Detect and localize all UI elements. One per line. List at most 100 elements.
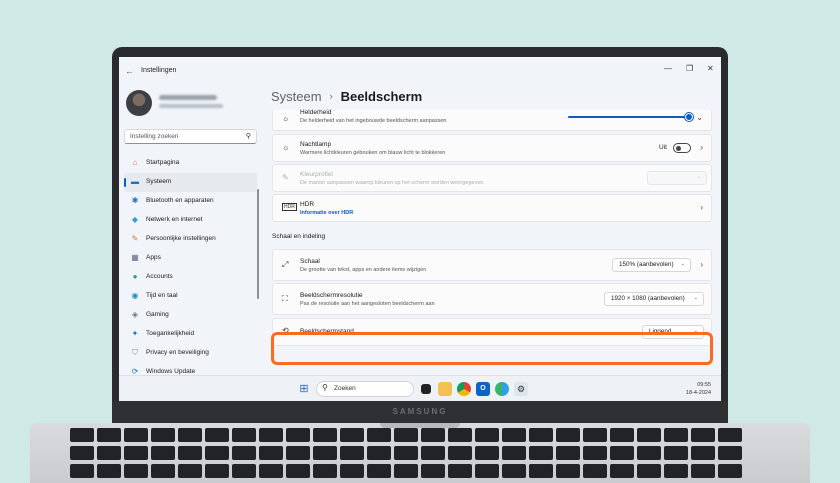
sidebar-scrollbar[interactable] bbox=[257, 189, 259, 299]
keyboard-key bbox=[502, 464, 526, 478]
keyboard-key bbox=[637, 428, 661, 442]
keyboard-key bbox=[205, 464, 229, 478]
wifi-icon: ◆ bbox=[131, 215, 139, 224]
chevron-down-icon: ⌄ bbox=[693, 295, 698, 301]
keyboard-key bbox=[394, 428, 418, 442]
keyboard-key bbox=[529, 464, 553, 478]
clock-date: 18-4-2024 bbox=[685, 390, 711, 396]
resolution-dropdown[interactable]: 1920 × 1080 (aanbevolen) ⌄ bbox=[604, 292, 704, 306]
sidebar-item[interactable]: ◈ Gaming bbox=[124, 306, 257, 325]
system-icon: ▬ bbox=[131, 177, 139, 186]
nightlight-toggle-label: Uit bbox=[659, 144, 667, 151]
keyboard-key bbox=[124, 464, 148, 478]
sidebar: Instelling zoeken ⚲ ⌂ Startpagina ▬ Systeem… bbox=[119, 85, 264, 376]
sidebar-item-label: Windows Update bbox=[146, 368, 196, 375]
task-view-icon[interactable] bbox=[421, 384, 431, 394]
keyboard-key bbox=[313, 446, 337, 460]
hdr-icon: HDR bbox=[282, 203, 297, 211]
keyboard-key bbox=[448, 428, 472, 442]
sidebar-item[interactable]: ▦ Apps bbox=[124, 249, 257, 268]
keyboard-key bbox=[124, 446, 148, 460]
sidebar-item[interactable]: ✱ Bluetooth en apparaten bbox=[124, 192, 257, 211]
edge-icon[interactable] bbox=[495, 382, 509, 396]
chevron-up-icon[interactable]: ⌄ bbox=[696, 113, 703, 122]
keyboard-key bbox=[313, 464, 337, 478]
keyboard-key bbox=[232, 428, 256, 442]
resolution-setting: ⛶ Beeldschermresolutie Pas de resolutie … bbox=[272, 283, 712, 315]
brand-logo: SAMSUNG bbox=[392, 407, 448, 416]
back-arrow-icon[interactable]: ← bbox=[125, 66, 134, 76]
maximize-icon[interactable]: ❐ bbox=[686, 64, 693, 73]
sidebar-item-label: Startpagina bbox=[146, 159, 180, 166]
sidebar-item-label: Bluetooth en apparaten bbox=[146, 197, 214, 204]
sidebar-item[interactable]: ▬ Systeem bbox=[124, 173, 257, 192]
brightness-title: Helderheid bbox=[300, 109, 332, 116]
keyboard-key bbox=[340, 464, 364, 478]
keyboard-key bbox=[529, 446, 553, 460]
system-clock[interactable]: 09:55 18-4-2024 bbox=[686, 381, 711, 397]
nightlight-toggle[interactable] bbox=[673, 143, 691, 153]
keyboard-key bbox=[97, 446, 121, 460]
search-icon: ⚲ bbox=[322, 383, 328, 392]
outlook-icon[interactable]: O bbox=[476, 382, 490, 396]
chevron-right-icon[interactable]: › bbox=[700, 203, 703, 212]
hdr-title: HDR bbox=[300, 201, 315, 208]
sidebar-item[interactable]: ⌂ Startpagina bbox=[124, 154, 257, 173]
resolution-title: Beeldschermresolutie bbox=[300, 292, 363, 299]
brightness-slider-knob[interactable] bbox=[685, 113, 693, 121]
sidebar-item[interactable]: ⛉ Privacy en beveiliging bbox=[124, 344, 257, 363]
taskbar-search[interactable]: ⚲ Zoeken bbox=[316, 381, 414, 397]
hdr-info-link[interactable]: Informatie over HDR bbox=[300, 210, 353, 216]
keyboard-key bbox=[421, 446, 445, 460]
keyboard-key bbox=[340, 446, 364, 460]
sidebar-item-label: Netwerk en internet bbox=[146, 216, 203, 223]
scale-desc: De grootte van tekst, apps en andere ite… bbox=[300, 267, 427, 273]
keyboard-key bbox=[124, 428, 148, 442]
keyboard-key bbox=[178, 428, 202, 442]
keyboard-key bbox=[394, 464, 418, 478]
brightness-slider[interactable] bbox=[568, 113, 693, 121]
keyboard-key bbox=[70, 446, 94, 460]
keyboard-key bbox=[178, 446, 202, 460]
keyboard-key bbox=[637, 464, 661, 478]
sidebar-item[interactable]: ✎ Persoonlijke instellingen bbox=[124, 230, 257, 249]
close-icon[interactable]: ✕ bbox=[707, 64, 714, 73]
chrome-icon[interactable] bbox=[457, 382, 471, 396]
keyboard-key bbox=[394, 446, 418, 460]
keyboard-key bbox=[556, 446, 580, 460]
windows-start-icon[interactable]: ⊞ bbox=[297, 382, 311, 396]
hdr-setting[interactable]: HDR HDR Informatie over HDR › bbox=[272, 194, 712, 222]
account-email-blurred bbox=[159, 104, 223, 108]
file-explorer-icon[interactable] bbox=[438, 382, 452, 396]
breadcrumb-parent[interactable]: Systeem bbox=[271, 89, 322, 104]
nightlight-setting[interactable]: ☼ Nachtlamp Warmere lichtkleuren gebruik… bbox=[272, 134, 712, 162]
colorprofile-dropdown: ⌄ bbox=[647, 171, 707, 185]
keyboard-key bbox=[583, 464, 607, 478]
avatar[interactable] bbox=[126, 90, 152, 116]
keyboard-key bbox=[583, 446, 607, 460]
keyboard-key bbox=[556, 428, 580, 442]
keyboard-key bbox=[691, 464, 715, 478]
resolution-icon: ⛶ bbox=[282, 294, 288, 303]
bluetooth-icon: ✱ bbox=[131, 196, 139, 205]
settings-gear-icon[interactable]: ⚙ bbox=[514, 382, 528, 396]
sidebar-item[interactable]: ✦ Toegankelijkheid bbox=[124, 325, 257, 344]
keyboard-key bbox=[718, 428, 742, 442]
sidebar-item[interactable]: ◆ Netwerk en internet bbox=[124, 211, 257, 230]
search-placeholder: Instelling zoeken bbox=[130, 133, 179, 140]
scale-dropdown[interactable]: 150% (aanbevolen) ⌄ bbox=[612, 258, 691, 272]
search-input[interactable]: Instelling zoeken ⚲ bbox=[124, 129, 257, 144]
sidebar-item-label: Systeem bbox=[146, 178, 172, 185]
keyboard-row bbox=[70, 464, 742, 478]
keyboard-key bbox=[340, 428, 364, 442]
sidebar-nav: ⌂ Startpagina ▬ Systeem ✱ Bluetooth en appara… bbox=[124, 154, 257, 382]
breadcrumb: Systeem › Beeldscherm bbox=[271, 89, 422, 104]
minimize-icon[interactable]: — bbox=[664, 64, 672, 73]
chevron-right-icon[interactable]: › bbox=[700, 143, 703, 152]
chevron-right-icon[interactable]: › bbox=[700, 260, 703, 269]
gaming-icon: ◈ bbox=[131, 310, 139, 319]
sidebar-item[interactable]: ● Accounts bbox=[124, 268, 257, 287]
sidebar-item[interactable]: ◉ Tijd en taal bbox=[124, 287, 257, 306]
keyboard-key bbox=[610, 428, 634, 442]
keyboard-key bbox=[502, 446, 526, 460]
